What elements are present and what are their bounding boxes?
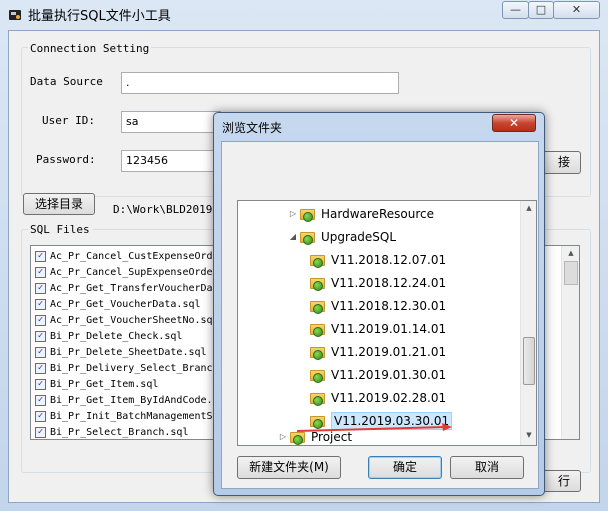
expand-icon[interactable]: ▷ xyxy=(278,432,288,441)
tree-node-version[interactable]: V11.2019.01.21.01 xyxy=(308,340,446,363)
tree-node-upgradesql[interactable]: ◢ UpgradeSQL xyxy=(288,225,396,248)
scroll-up-icon[interactable]: ▲ xyxy=(521,204,536,212)
file-name: Bi_Pr_Get_Item.sql xyxy=(50,378,159,390)
file-checkbox[interactable]: ✓ xyxy=(35,282,46,294)
file-name: Bi_Pr_Delete_SheetDate.sql xyxy=(50,346,207,358)
tree-node-version[interactable]: V11.2019.01.14.01 xyxy=(308,317,446,340)
tree-scroll-thumb[interactable] xyxy=(523,337,535,385)
tree-node-label: V11.2018.12.24.01 xyxy=(331,275,447,290)
file-checkbox[interactable]: ✓ xyxy=(35,346,46,358)
app-icon xyxy=(8,7,22,21)
folder-icon xyxy=(310,276,326,291)
close-icon: ✕ xyxy=(508,116,520,130)
tree-node-label: V11.2019.01.14.01 xyxy=(331,321,447,336)
new-folder-button[interactable]: 新建文件夹(M) xyxy=(237,456,341,479)
folder-icon xyxy=(310,368,326,383)
folder-icon xyxy=(310,253,326,268)
file-name: Ac_Pr_Cancel_CustExpenseOrd xyxy=(50,250,213,262)
maximize-button[interactable]: □ xyxy=(528,1,554,19)
dialog-title: 浏览文件夹 xyxy=(222,121,283,135)
annotation-arrow-icon xyxy=(296,423,452,432)
tree-node-label: V11.2019.02.28.01 xyxy=(331,390,447,405)
file-checkbox[interactable]: ✓ xyxy=(35,266,46,278)
choose-directory-button[interactable]: 选择目录 xyxy=(23,193,95,215)
tree-node-label: V11.2019.01.30.01 xyxy=(331,367,447,382)
file-name: Bi_Pr_Select_Branch.sql xyxy=(50,426,189,438)
expand-icon[interactable]: ▷ xyxy=(288,209,298,218)
folder-icon xyxy=(310,322,326,337)
folder-icon xyxy=(300,230,316,245)
window-title: 批量执行SQL文件小工具 xyxy=(28,9,171,24)
tree-node-label: UpgradeSQL xyxy=(321,229,397,244)
tree-node-label: V11.2018.12.30.01 xyxy=(331,298,447,313)
folder-icon xyxy=(310,391,326,406)
file-name: Bi_Pr_Init_BatchManagementS xyxy=(50,410,213,422)
maximize-icon: □ xyxy=(535,3,547,16)
sql-files-group-title: SQL Files xyxy=(28,223,92,236)
minimize-button[interactable]: — xyxy=(502,1,529,19)
folder-icon xyxy=(310,299,326,314)
tree-scrollbar[interactable]: ▲ ▼ xyxy=(520,201,536,445)
password-input[interactable]: 123456 xyxy=(121,150,221,172)
minimize-icon: — xyxy=(510,3,521,16)
scroll-down-icon[interactable]: ▼ xyxy=(521,431,536,439)
tree-node-label: V11.2018.12.07.01 xyxy=(331,252,447,267)
tree-node-version[interactable]: V11.2018.12.24.01 xyxy=(308,271,446,294)
collapse-icon[interactable]: ◢ xyxy=(288,232,298,241)
scroll-up-icon[interactable]: ▲ xyxy=(562,249,579,257)
file-name: Ac_Pr_Get_TransferVoucherDa xyxy=(50,282,213,294)
file-name: Bi_Pr_Delete_Check.sql xyxy=(50,330,183,342)
tree-node-version[interactable]: V11.2019.01.30.01 xyxy=(308,363,446,386)
file-name: Ac_Pr_Get_VoucherData.sql xyxy=(50,298,201,310)
folder-icon xyxy=(300,207,316,222)
file-checkbox[interactable]: ✓ xyxy=(35,410,46,422)
user-id-input[interactable]: sa xyxy=(121,111,221,133)
file-checkbox[interactable]: ✓ xyxy=(35,378,46,390)
tree-node-label: HardwareResource xyxy=(321,206,434,221)
data-source-label: Data Source xyxy=(30,75,103,88)
file-checkbox[interactable]: ✓ xyxy=(35,314,46,326)
file-name: Bi_Pr_Delivery_Select_Branc xyxy=(50,362,213,374)
close-button[interactable]: ✕ xyxy=(553,1,600,19)
file-checkbox[interactable]: ✓ xyxy=(35,394,46,406)
cancel-button[interactable]: 取消 xyxy=(450,456,524,479)
file-name: Bi_Pr_Get_Item_ByIdAndCode. xyxy=(50,394,213,406)
scroll-thumb[interactable] xyxy=(564,261,578,285)
folder-icon xyxy=(310,345,326,360)
password-label: Password: xyxy=(36,153,96,166)
browse-folder-dialog: 浏览文件夹 ✕ ▷ HardwareResource ◢ UpgradeSQL V11.… xyxy=(213,112,545,496)
file-checkbox[interactable]: ✓ xyxy=(35,330,46,342)
file-checkbox[interactable]: ✓ xyxy=(35,298,46,310)
tree-node-hardwareresource[interactable]: ▷ HardwareResource xyxy=(288,202,434,225)
tree-node-version[interactable]: V11.2018.12.30.01 xyxy=(308,294,446,317)
data-source-input[interactable]: . xyxy=(121,72,399,94)
dialog-close-button[interactable]: ✕ xyxy=(492,114,536,132)
tree-node-label: V11.2019.01.21.01 xyxy=(331,344,447,359)
file-checkbox[interactable]: ✓ xyxy=(35,426,46,438)
folder-tree[interactable]: ▷ HardwareResource ◢ UpgradeSQL V11.2018.12.… xyxy=(237,200,537,446)
file-name: Ac_Pr_Get_VoucherSheetNo.sql xyxy=(50,314,219,326)
user-id-label: User ID: xyxy=(42,114,95,127)
file-list-scrollbar[interactable]: ▲ xyxy=(561,246,579,439)
directory-path: D:\Work\BLD2019\ xyxy=(113,203,219,216)
close-icon: ✕ xyxy=(571,3,582,16)
file-checkbox[interactable]: ✓ xyxy=(35,250,46,262)
connection-group-title: Connection Setting xyxy=(28,42,152,55)
ok-button[interactable]: 确定 xyxy=(368,456,442,479)
file-name: Ac_Pr_Cancel_SupExpenseOrde xyxy=(50,266,213,278)
tree-node-version[interactable]: V11.2019.02.28.01 xyxy=(308,386,446,409)
tree-node-version[interactable]: V11.2018.12.07.01 xyxy=(308,248,446,271)
file-checkbox[interactable]: ✓ xyxy=(35,362,46,374)
